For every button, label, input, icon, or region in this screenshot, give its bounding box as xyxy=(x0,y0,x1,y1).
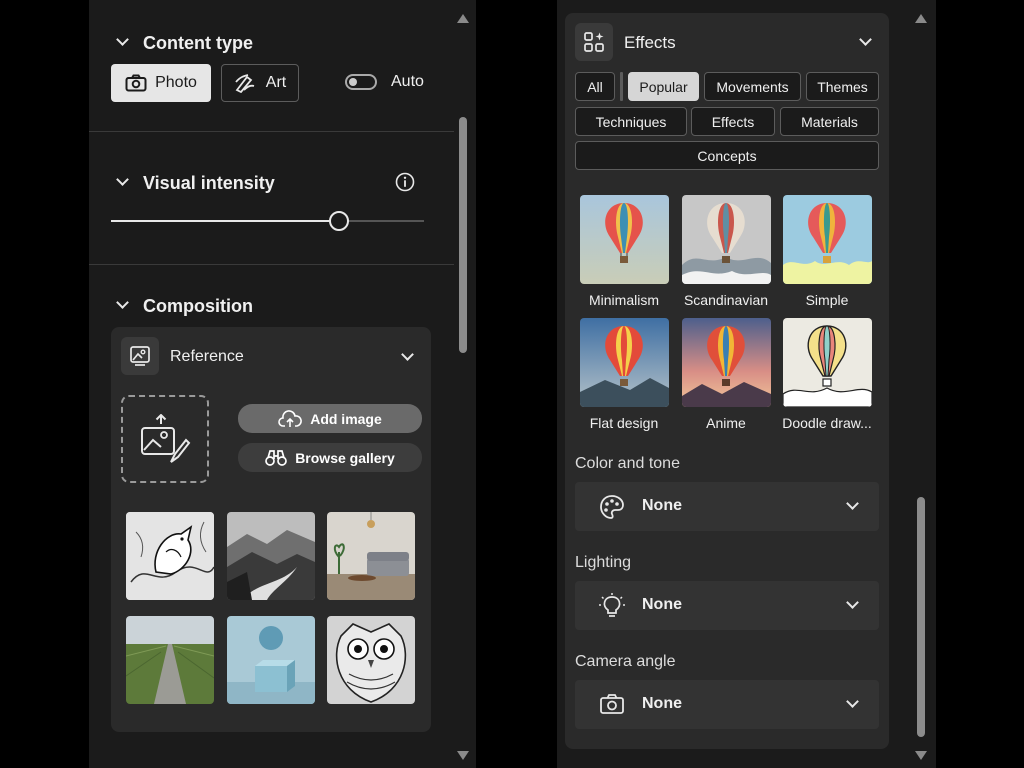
style-flat-design-image[interactable] xyxy=(580,318,669,407)
lighting-chevron-down-icon xyxy=(846,596,859,609)
camera-angle-chevron-down-icon xyxy=(846,695,859,708)
scroll-down-arrow-icon[interactable] xyxy=(457,751,469,760)
scroll-down-arrow-icon[interactable] xyxy=(915,751,927,760)
left-panel: Content type Photo Art Auto Visual inten… xyxy=(89,0,476,768)
right-scrollbar-thumb[interactable] xyxy=(917,497,925,737)
visual-intensity-title: Visual intensity xyxy=(143,173,275,193)
auto-label: Auto xyxy=(391,73,424,90)
filter-effects[interactable]: Effects xyxy=(691,107,775,136)
left-scrollbar-thumb[interactable] xyxy=(459,117,467,353)
right-scrollbar[interactable] xyxy=(912,0,930,768)
effects-icon-box xyxy=(575,23,613,61)
style-anime-image[interactable] xyxy=(682,318,771,407)
style-simple-label: Simple xyxy=(805,292,849,308)
scroll-up-arrow-icon[interactable] xyxy=(915,14,927,23)
image-upload-dropzone[interactable] xyxy=(121,395,209,483)
scroll-up-arrow-icon[interactable] xyxy=(457,14,469,23)
filter-separator xyxy=(620,72,623,101)
add-image-button[interactable]: Add image xyxy=(238,404,422,433)
filter-themes[interactable]: Themes xyxy=(806,72,879,101)
image-upload-icon xyxy=(141,414,191,463)
composition-title: Composition xyxy=(143,296,253,316)
composition-collapse-chevron-icon[interactable] xyxy=(116,296,129,309)
photo-button[interactable]: Photo xyxy=(111,64,211,102)
style-minimalism-image[interactable] xyxy=(580,195,669,284)
filter-materials[interactable]: Materials xyxy=(780,107,879,136)
lighting-dropdown[interactable]: None xyxy=(575,581,879,630)
camera-icon xyxy=(600,694,624,714)
palette-icon xyxy=(600,495,624,519)
style-flat-design-label: Flat design xyxy=(589,415,659,431)
reference-image-icon xyxy=(130,346,150,366)
color-and-tone-label: Color and tone xyxy=(575,455,680,472)
filter-all[interactable]: All xyxy=(575,72,615,101)
bird-sketch-image[interactable] xyxy=(126,512,214,600)
color-and-tone-chevron-down-icon xyxy=(846,497,859,510)
slider-fill xyxy=(111,220,340,222)
art-button[interactable]: Art xyxy=(221,64,299,102)
paintbrush-icon xyxy=(235,74,255,93)
add-image-label: Add image xyxy=(310,410,382,427)
effects-card: Effects All Popular Movements Themes Tec… xyxy=(565,13,889,749)
art-button-label: Art xyxy=(265,74,287,91)
living-room-image[interactable] xyxy=(327,512,415,600)
effects-icon xyxy=(584,32,604,52)
camera-icon xyxy=(125,74,147,92)
lighting-label: Lighting xyxy=(575,554,632,571)
style-scandinavian-image[interactable] xyxy=(682,195,771,284)
style-simple-image[interactable] xyxy=(783,195,872,284)
lightbulb-icon xyxy=(599,593,625,617)
sphere-cube-image[interactable] xyxy=(227,616,315,704)
content-type-collapse-chevron-icon[interactable] xyxy=(116,33,129,46)
filter-concepts[interactable]: Concepts xyxy=(575,141,879,170)
camera-angle-dropdown[interactable]: None xyxy=(575,680,879,729)
reference-card: Reference Add image Browse gallery xyxy=(111,327,431,732)
right-panel: Effects All Popular Movements Themes Tec… xyxy=(557,0,936,768)
style-minimalism-label: Minimalism xyxy=(589,292,659,308)
style-anime-label: Anime xyxy=(706,415,746,431)
style-scandinavian-label: Scandinavian xyxy=(683,292,769,308)
photo-button-label: Photo xyxy=(155,74,197,91)
filter-popular[interactable]: Popular xyxy=(628,72,699,101)
filter-movements[interactable]: Movements xyxy=(704,72,801,101)
visual-intensity-slider[interactable] xyxy=(111,211,424,231)
visual-intensity-collapse-chevron-icon[interactable] xyxy=(116,173,129,186)
filter-techniques[interactable]: Techniques xyxy=(575,107,687,136)
browse-gallery-button[interactable]: Browse gallery xyxy=(238,443,422,472)
divider xyxy=(89,131,454,132)
camera-angle-label: Camera angle xyxy=(575,653,676,670)
reference-icon-box xyxy=(121,337,159,375)
binoculars-icon xyxy=(265,449,288,466)
owl-sketch-image[interactable] xyxy=(327,616,415,704)
reference-label: Reference xyxy=(170,348,244,365)
style-doodle-image[interactable] xyxy=(783,318,872,407)
misty-river-image[interactable] xyxy=(227,512,315,600)
country-road-image[interactable] xyxy=(126,616,214,704)
camera-angle-value: None xyxy=(642,695,682,712)
reference-chevron-down-icon[interactable] xyxy=(401,348,414,361)
effects-chevron-down-icon[interactable] xyxy=(859,33,872,46)
browse-gallery-label: Browse gallery xyxy=(295,449,395,466)
slider-handle[interactable] xyxy=(329,211,350,231)
color-and-tone-value: None xyxy=(642,497,682,514)
color-and-tone-dropdown[interactable]: None xyxy=(575,482,879,531)
cloud-upload-icon xyxy=(278,409,303,427)
auto-toggle[interactable] xyxy=(345,74,377,90)
lighting-value: None xyxy=(642,596,682,613)
divider xyxy=(89,264,454,265)
style-doodle-label: Doodle draw... xyxy=(782,415,872,431)
info-icon[interactable] xyxy=(395,172,415,192)
left-scrollbar[interactable] xyxy=(454,0,472,768)
content-type-title: Content type xyxy=(143,33,253,53)
effects-title: Effects xyxy=(624,33,676,52)
